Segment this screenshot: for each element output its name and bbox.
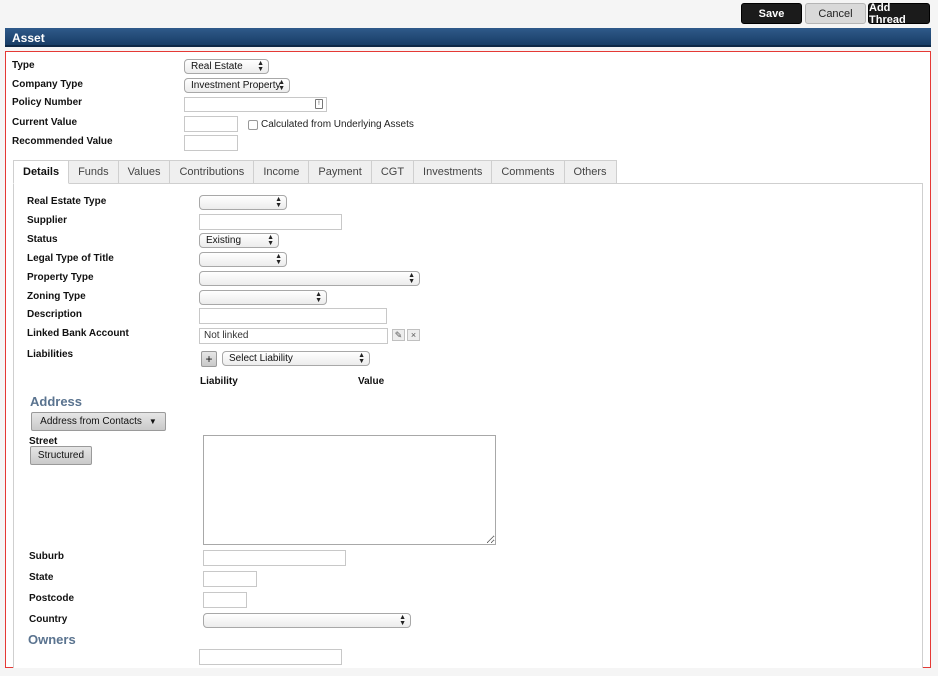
- real-estate-type-select[interactable]: ▲ ▼: [199, 195, 287, 210]
- calculated-checkbox-label: Calculated from Underlying Assets: [261, 119, 414, 130]
- select-arrows-icon: ▲ ▼: [408, 272, 415, 285]
- structured-button[interactable]: Structured: [30, 446, 92, 465]
- legal-type-label: Legal Type of Title: [27, 253, 114, 264]
- select-arrows-icon: ▲ ▼: [358, 352, 365, 365]
- recommended-value-input[interactable]: [184, 135, 238, 151]
- tab-investments[interactable]: Investments: [414, 160, 493, 184]
- country-select[interactable]: ▲ ▼: [203, 613, 411, 628]
- address-from-contacts-button[interactable]: Address from Contacts ▼: [31, 412, 166, 431]
- current-value-label: Current Value: [12, 117, 78, 128]
- tab-values[interactable]: Values: [118, 160, 171, 184]
- calculated-checkbox[interactable]: [248, 120, 258, 130]
- tab-comments[interactable]: Comments: [492, 160, 565, 184]
- postcode-label: Postcode: [29, 593, 75, 604]
- liability-column-header: Liability: [200, 376, 238, 387]
- caret-down-icon: ▼: [148, 417, 157, 426]
- add-liability-button[interactable]: +: [201, 351, 217, 367]
- tab-funds[interactable]: Funds: [69, 160, 119, 184]
- tab-payment[interactable]: Payment: [309, 160, 372, 184]
- postcode-input[interactable]: [203, 592, 247, 608]
- page-title: Asset: [12, 31, 45, 45]
- value-column-header: Value: [358, 376, 385, 387]
- policy-number-input[interactable]: !: [184, 97, 327, 112]
- type-label: Type: [12, 60, 35, 71]
- tab-details[interactable]: Details: [13, 160, 70, 184]
- linked-bank-input[interactable]: Not linked: [199, 328, 388, 344]
- save-button[interactable]: Save: [741, 3, 802, 24]
- cancel-button[interactable]: Cancel: [805, 3, 866, 24]
- street-textarea[interactable]: [203, 435, 496, 545]
- property-type-select[interactable]: ▲ ▼: [199, 271, 420, 286]
- select-arrows-icon: ▲ ▼: [267, 234, 274, 247]
- asset-header: Asset: [5, 28, 931, 47]
- suburb-input[interactable]: [203, 550, 346, 566]
- current-value-input[interactable]: [184, 116, 238, 132]
- select-arrows-icon: ▲ ▼: [399, 614, 406, 627]
- remove-icon[interactable]: ×: [407, 329, 420, 341]
- tab-cgt[interactable]: CGT: [371, 160, 415, 184]
- select-arrows-icon: ▲ ▼: [275, 253, 282, 266]
- tab-income[interactable]: Income: [254, 160, 310, 184]
- policy-number-label: Policy Number: [12, 97, 83, 108]
- property-type-label: Property Type: [27, 272, 94, 283]
- real-estate-type-label: Real Estate Type: [27, 196, 107, 207]
- description-label: Description: [27, 309, 83, 320]
- company-type-select[interactable]: Investment Property ▲ ▼: [184, 78, 290, 93]
- tab-contributions[interactable]: Contributions: [170, 160, 255, 184]
- state-label: State: [29, 572, 54, 583]
- legal-type-select[interactable]: ▲ ▼: [199, 252, 287, 267]
- owner-input[interactable]: [199, 649, 342, 665]
- select-arrows-icon: ▲ ▼: [257, 60, 264, 73]
- status-label: Status: [27, 234, 58, 245]
- type-select[interactable]: Real Estate ▲ ▼: [184, 59, 269, 74]
- liabilities-label: Liabilities: [27, 349, 74, 360]
- country-label: Country: [29, 614, 68, 625]
- company-type-label: Company Type: [12, 79, 83, 90]
- tab-others[interactable]: Others: [564, 160, 617, 184]
- supplier-input[interactable]: [199, 214, 342, 230]
- suburb-label: Suburb: [29, 551, 64, 562]
- state-input[interactable]: [203, 571, 257, 587]
- pencil-icon[interactable]: ✎: [392, 329, 405, 341]
- select-arrows-icon: ▲ ▼: [315, 291, 322, 304]
- supplier-label: Supplier: [27, 215, 68, 226]
- select-liability-select[interactable]: Select Liability ▲ ▼: [222, 351, 370, 366]
- zoning-type-label: Zoning Type: [27, 291, 86, 302]
- status-select[interactable]: Existing ▲ ▼: [199, 233, 279, 248]
- select-arrows-icon: ▲ ▼: [275, 196, 282, 209]
- tab-bar: Details Funds Values Contributions Incom…: [13, 160, 617, 184]
- add-thread-button[interactable]: Add Thread: [868, 2, 930, 26]
- address-section-title: Address: [30, 394, 83, 409]
- calendar-icon[interactable]: !: [315, 99, 323, 109]
- owners-section-title: Owners: [28, 632, 76, 647]
- zoning-type-select[interactable]: ▲ ▼: [199, 290, 327, 305]
- select-arrows-icon: ▲ ▼: [278, 79, 285, 92]
- linked-bank-label: Linked Bank Account: [27, 328, 129, 339]
- recommended-value-label: Recommended Value: [12, 136, 113, 147]
- description-input[interactable]: [199, 308, 387, 324]
